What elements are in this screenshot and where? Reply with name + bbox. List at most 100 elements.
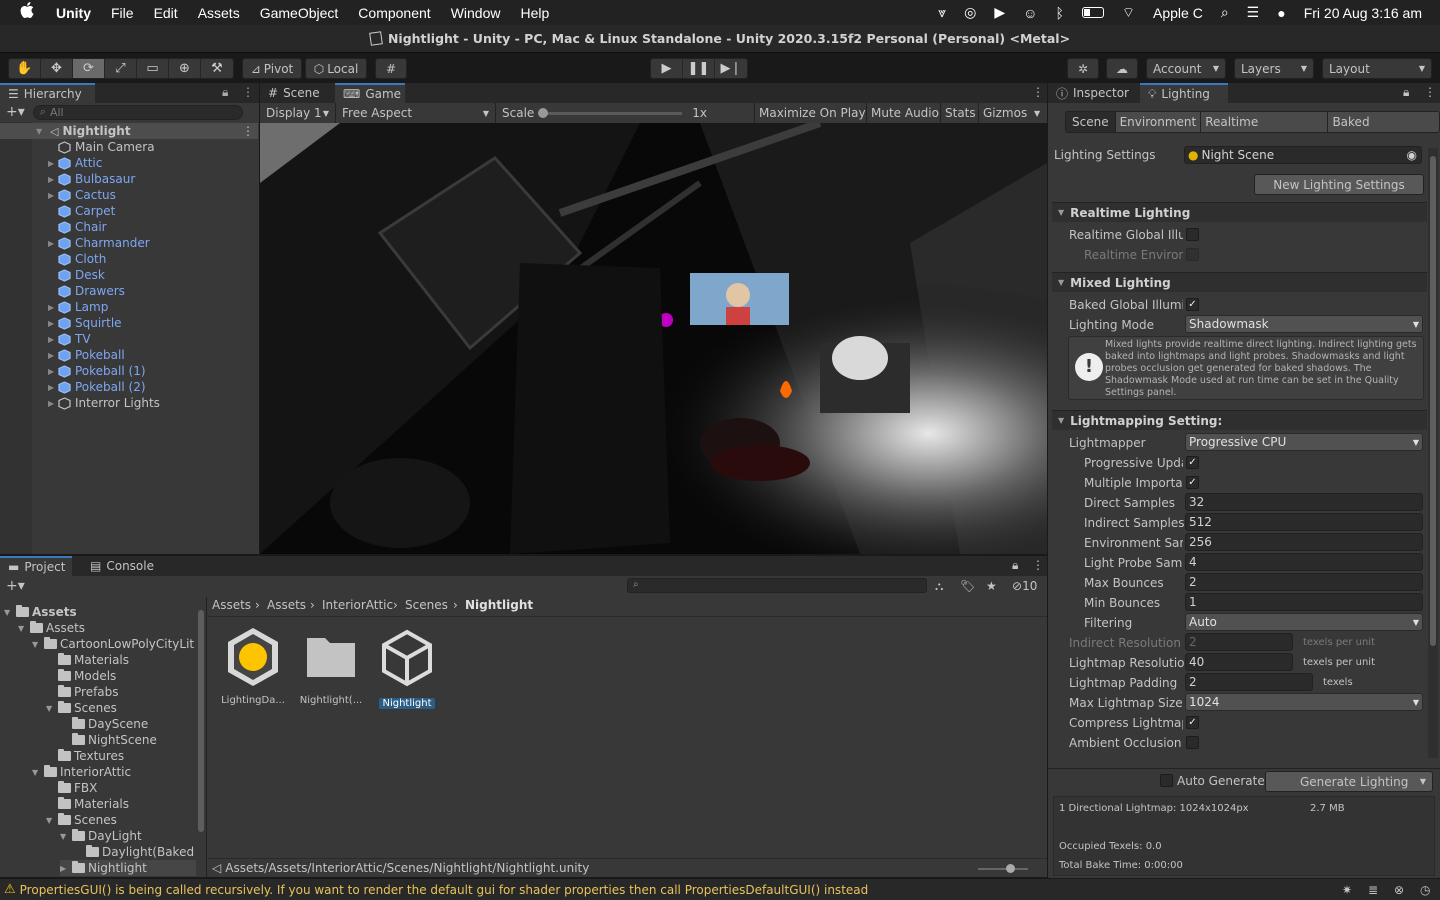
hand-tool-icon[interactable]: ✋ [9,59,41,78]
cloud-button[interactable]: ☁ [1106,58,1138,79]
chevron-right-icon[interactable]: ▶ [48,159,58,168]
pause-button[interactable]: ❚❚ [683,59,715,78]
chevron-down-icon[interactable]: ▼ [36,127,46,136]
scale-slider[interactable] [538,107,683,118]
lighting-mode-dropdown[interactable]: Shadowmask ▼ [1185,315,1423,333]
apple-icon[interactable] [20,2,34,23]
hierarchy-item[interactable]: ▶ Pokeball [0,347,258,363]
auto-generate-checkbox[interactable] [1160,774,1173,787]
favorite-icon[interactable]: ★ [986,579,997,593]
project-tree-item[interactable]: ▶ Nightlight [60,860,196,876]
icon-size-slider[interactable] [978,864,1028,873]
layers-dropdown[interactable]: Layers ▼ [1234,58,1314,79]
more-menu-icon[interactable]: ⋮ [242,85,254,99]
asset-lighting-data[interactable]: LightingDa... [220,624,286,710]
object-picker-icon[interactable]: ◉ [1407,148,1417,162]
layout-dropdown[interactable]: Layout ▼ [1322,58,1432,79]
breadcrumb-item[interactable]: Scenes [405,598,448,612]
tab-scene[interactable]: # Scene [260,83,335,103]
hierarchy-item[interactable]: ▶ Interror Lights [0,395,258,411]
inspector-scrollbar[interactable] [1428,148,1438,758]
status-message[interactable]: PropertiesGUI() is being called recursiv… [20,883,869,897]
play-circle-icon[interactable]: ▶ [994,4,1005,21]
mixed-lighting-header[interactable]: ▼ Mixed Lighting [1052,272,1427,292]
max-bounces-field[interactable]: 2 [1185,573,1423,591]
chevron-right-icon[interactable]: ▶ [48,383,58,392]
hierarchy-scene-row[interactable]: ▼ ◁ Nightlight ⋮ [0,123,258,139]
ambient-occlusion-checkbox[interactable] [1186,736,1199,749]
lightmap-resolution-field[interactable]: 40 [1185,653,1293,671]
auto-lighting-icon[interactable]: ⊗ [1394,883,1404,897]
project-tree-item[interactable]: ▼ Assets [4,604,77,620]
chevron-right-icon[interactable]: ▶ [60,864,72,873]
project-tree-item[interactable]: ▼ Scenes [46,700,117,716]
menu-help[interactable]: Help [520,5,549,21]
hierarchy-item[interactable]: Main Camera [0,139,258,155]
lightmap-padding-field[interactable]: 2 [1185,673,1313,691]
lightmapper-dropdown[interactable]: Progressive CPU ▼ [1185,433,1423,451]
hierarchy-item[interactable]: Chair [0,219,258,235]
project-tree-item[interactable]: ▼ InteriorAttic [32,764,131,780]
chevron-down-icon[interactable]: ▼ [4,608,16,617]
grid-snap-button[interactable]: # [375,58,407,79]
max-lightmap-size-dropdown[interactable]: 1024 ▼ [1185,693,1423,711]
project-tree-item[interactable]: ▼ Assets [18,620,85,636]
lightmapping-settings-header[interactable]: ▼ Lightmapping Setting: [1052,410,1427,430]
realtime-gi-checkbox[interactable] [1186,228,1199,241]
bug-icon[interactable]: ✷ [1342,883,1352,897]
scale-slider-thumb[interactable] [538,107,549,118]
clock[interactable]: Fri 20 Aug 3:16 am [1304,5,1422,21]
menu-component[interactable]: Component [358,5,430,21]
subtab-baked-lightmaps[interactable]: Baked Lightmaps [1328,112,1439,132]
hierarchy-item[interactable]: ▶ Bulbasaur [0,171,258,187]
chevron-down-icon[interactable]: ▼ [18,624,30,633]
lock-icon[interactable]: 🔒︎ [222,85,228,100]
chevron-right-icon[interactable]: ▶ [48,191,58,200]
project-tree-item[interactable]: NightScene [60,732,157,748]
project-tree-item[interactable]: Materials [46,652,129,668]
hierarchy-item[interactable]: Drawers [0,283,258,299]
scrollbar-thumb[interactable] [1430,156,1436,646]
maximize-on-play-button[interactable]: Maximize On Play [754,103,870,123]
breadcrumb-item[interactable]: Assets [212,598,251,612]
display-dropdown[interactable]: Display 1 ▼ [260,103,336,123]
menu-assets[interactable]: Assets [198,5,240,21]
chevron-right-icon[interactable]: ▶ [48,367,58,376]
project-tree-item[interactable]: ▼ CartoonLowPolyCityLit [32,636,194,652]
chevron-down-icon[interactable]: ▼ [46,704,58,713]
filter-type-icon[interactable]: ⛬ [935,579,943,594]
chevron-right-icon[interactable]: ▶ [48,175,58,184]
indirect-samples-field[interactable]: 512 [1185,513,1423,531]
environment-samples-field[interactable]: 256 [1185,533,1423,551]
user-name[interactable]: Apple C [1153,5,1203,21]
project-tree-scrollbar[interactable] [196,598,206,874]
project-tree-item[interactable]: Models [46,668,116,684]
light-probe-samples-field[interactable]: 4 [1185,553,1423,571]
hierarchy-item[interactable]: ▶ Cactus [0,187,258,203]
chevron-right-icon[interactable]: ▶ [48,303,58,312]
app-menu[interactable]: Unity [56,5,91,21]
tab-inspector[interactable]: ⓘ Inspector [1048,83,1140,103]
stats-button[interactable]: Stats [940,103,980,123]
new-lighting-settings-button[interactable]: New Lighting Settings [1254,174,1424,195]
breadcrumb-item[interactable]: InteriorAttic [322,598,393,612]
hierarchy-search-input[interactable]: ⌕ All [32,104,243,120]
battery-icon[interactable] [1081,7,1104,18]
project-search-input[interactable]: ⌕ [627,578,927,593]
indirect-resolution-field[interactable]: 2 [1185,633,1293,651]
gizmos-button[interactable]: Gizmos [978,103,1031,123]
chevron-down-icon[interactable]: ▼ [32,640,44,649]
menu-edit[interactable]: Edit [154,5,178,21]
stack-icon[interactable]: ≣ [1368,883,1378,897]
chevron-right-icon[interactable]: ▶ [48,239,58,248]
chevron-down-icon[interactable]: ▼ [46,816,58,825]
step-button[interactable]: ▶❘ [715,59,747,78]
menu-gameobject[interactable]: GameObject [260,5,339,21]
realtime-env-checkbox[interactable] [1186,248,1199,261]
hierarchy-item[interactable]: ▶ Charmander [0,235,258,251]
hierarchy-item[interactable]: Cloth [0,251,258,267]
asset-nightlight-scene[interactable]: Nightlight [374,624,440,710]
tab-console[interactable]: ▤ Console [82,556,162,576]
project-tree-item[interactable]: Textures [46,748,124,764]
project-tree-item[interactable]: FBX [46,780,97,796]
